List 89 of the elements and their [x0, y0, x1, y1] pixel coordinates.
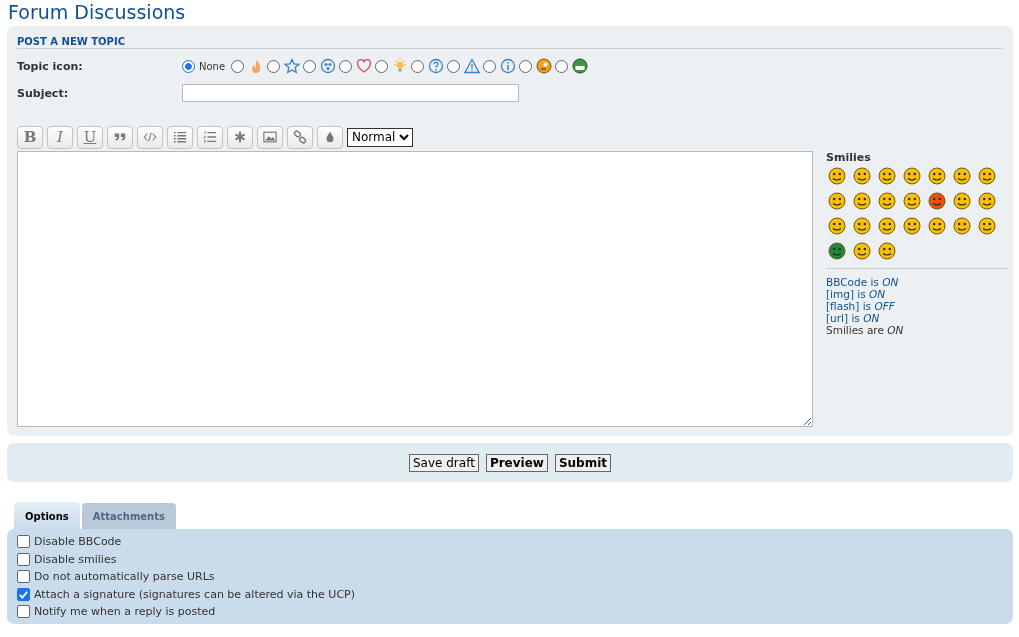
radio-button[interactable]: [483, 59, 497, 73]
numbered-list-icon: [203, 130, 217, 144]
field-label: Subject:: [17, 86, 70, 100]
smiley-icon[interactable]: [878, 242, 896, 260]
smiley-icon[interactable]: [853, 217, 871, 235]
subject-input[interactable]: [182, 84, 519, 102]
smiley-icon[interactable]: [953, 192, 971, 210]
checkbox[interactable]: [17, 535, 30, 549]
heart-icon: [356, 58, 373, 74]
option-label: Notify me when a reply is posted: [34, 605, 216, 619]
toolbar-button[interactable]: B: [17, 125, 43, 149]
star-icon: [284, 58, 301, 74]
field-label: Topic icon:: [17, 59, 84, 73]
smiley-icon[interactable]: [978, 217, 996, 235]
toolbar-button[interactable]: [257, 125, 283, 149]
radio-button[interactable]: [303, 59, 317, 73]
option-label: None: [199, 60, 226, 72]
smiley-icon: [536, 58, 553, 74]
toolbar-button[interactable]: [287, 125, 313, 149]
smiley-icon[interactable]: [828, 217, 846, 235]
radio-button[interactable]: [411, 59, 425, 73]
tab[interactable]: Attachments: [81, 503, 176, 529]
smiley-icon[interactable]: [878, 167, 896, 185]
status-line: [url] is ON: [826, 312, 881, 324]
radio-button[interactable]: [375, 59, 389, 73]
page-title: Forum Discussions: [7, 0, 186, 25]
tab[interactable]: Options: [14, 502, 80, 529]
radio-button[interactable]: [267, 59, 281, 73]
toolbar-button[interactable]: U: [77, 125, 103, 149]
toolbar-button[interactable]: [167, 125, 193, 149]
code-icon: [143, 130, 157, 144]
smiley-icon[interactable]: [828, 192, 846, 210]
form-button[interactable]: Save draft: [408, 453, 479, 472]
info-icon: [500, 58, 517, 74]
option-label: Disable smilies: [34, 552, 117, 566]
smiley-icon[interactable]: [878, 192, 896, 210]
checkbox[interactable]: [17, 605, 30, 619]
smiley-icon[interactable]: [978, 192, 996, 210]
smiley-icon[interactable]: [928, 167, 946, 185]
smiley-icon[interactable]: [903, 167, 921, 185]
warning-icon: [464, 58, 481, 74]
smiley-icon[interactable]: [978, 167, 996, 185]
toolbar-button[interactable]: [137, 125, 163, 149]
checkbox[interactable]: [17, 570, 30, 584]
radiation-icon: [320, 58, 337, 74]
radio-button[interactable]: [555, 59, 569, 73]
radio-button[interactable]: [182, 59, 195, 73]
smiley-icon[interactable]: [953, 167, 971, 185]
radio-button[interactable]: [447, 59, 461, 73]
toolbar-button[interactable]: [197, 125, 223, 149]
smilies-heading: Smilies: [826, 151, 872, 164]
link-icon: [293, 130, 307, 144]
smiley-icon[interactable]: [828, 167, 846, 185]
radio-button[interactable]: [339, 59, 353, 73]
smiley-icon[interactable]: [853, 167, 871, 185]
status-line: [flash] is OFF: [826, 300, 896, 312]
smiley-icon[interactable]: [928, 217, 946, 235]
smiley-icon[interactable]: [853, 192, 871, 210]
checkbox[interactable]: [17, 587, 30, 601]
radio-button[interactable]: [519, 59, 533, 73]
grin-icon: [572, 58, 589, 74]
option-label: Attach a signature (signatures can be altered via the UCP): [34, 587, 355, 601]
toolbar-button[interactable]: [317, 125, 343, 149]
question-icon: [428, 58, 445, 74]
toolbar-button[interactable]: [107, 125, 133, 149]
smiley-icon[interactable]: [828, 242, 846, 260]
toolbar-button[interactable]: [227, 125, 253, 149]
status-line: Smilies are ON: [826, 324, 905, 336]
section-heading: POST A NEW TOPIC: [17, 34, 1003, 49]
form-button[interactable]: Submit: [554, 453, 612, 472]
asterisk-icon: [233, 130, 247, 144]
image-icon: [263, 130, 277, 144]
smiley-icon[interactable]: [903, 192, 921, 210]
form-button[interactable]: Preview: [485, 453, 548, 472]
smiley-icon[interactable]: [953, 217, 971, 235]
smiley-icon[interactable]: [853, 242, 871, 260]
option-label: Do not automatically parse URLs: [34, 570, 215, 584]
status-line: BBCode is ON: [826, 276, 900, 288]
toolbar-button[interactable]: I: [47, 125, 73, 149]
list-icon: [173, 130, 187, 144]
checkbox[interactable]: [17, 552, 30, 566]
lightbulb-icon: [392, 58, 409, 74]
smiley-icon[interactable]: [878, 217, 896, 235]
smiley-icon[interactable]: [903, 217, 921, 235]
option-label: Disable BBCode: [34, 535, 122, 549]
radio-button[interactable]: [231, 59, 245, 73]
smiley-icon[interactable]: [928, 192, 946, 210]
status-line: [img] is ON: [826, 288, 887, 300]
font-size-select[interactable]: Normal: [347, 127, 413, 147]
